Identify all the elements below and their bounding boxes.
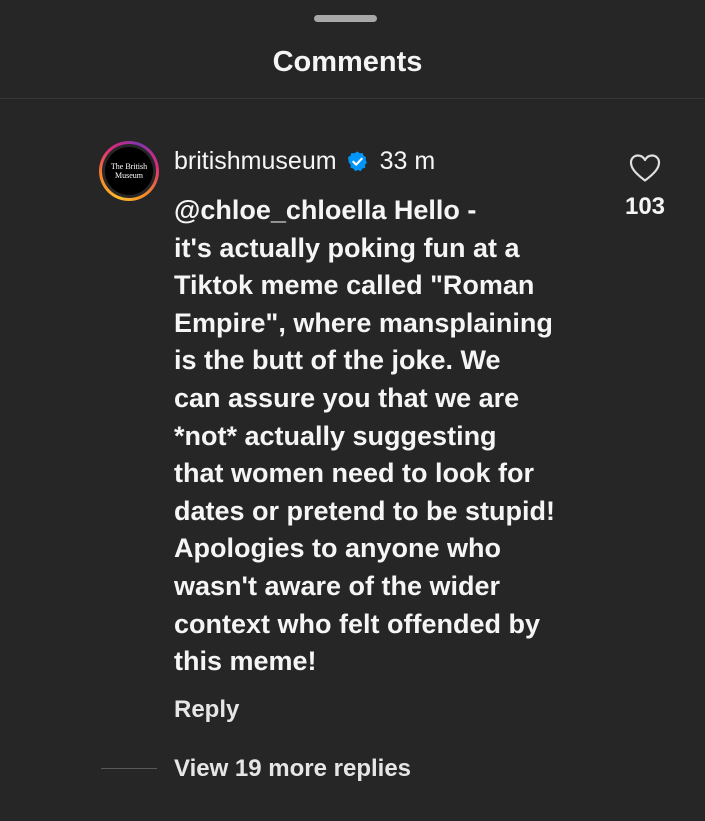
view-more-replies-button[interactable]: View 19 more replies [174, 753, 411, 785]
comment-text-line: *not* actually suggesting [174, 420, 497, 451]
drag-handle[interactable] [314, 15, 377, 22]
comment-text-line: Empire", where mansplaining [174, 307, 553, 338]
username-link[interactable]: britishmuseum [174, 147, 337, 176]
comment-text: @chloe_chloella Hello - it's actually po… [174, 192, 614, 681]
comment-text-line: that women need to look for [174, 458, 535, 489]
avatar-logo-line: Museum [115, 171, 143, 180]
comment-text-line: is the butt of the joke. We [174, 345, 501, 376]
avatar[interactable]: The British Museum [99, 141, 159, 201]
comment-text-line: @chloe_chloella Hello - [174, 195, 477, 225]
reply-button[interactable]: Reply [174, 694, 239, 726]
comments-sheet: Comments The British Museum britishmuseu… [0, 0, 705, 821]
comment-text-line: can assure you that we are [174, 382, 520, 413]
heart-outline-icon[interactable] [629, 153, 661, 183]
like-count: 103 [624, 193, 666, 220]
comment-text-line: Tiktok meme called "Roman [174, 270, 535, 301]
comment-text-line: it's actually poking fun at a [174, 232, 520, 263]
comment-text-line: context who felt offended by [174, 608, 541, 639]
avatar-logo: The British Museum [105, 147, 153, 195]
comment-header: britishmuseum 33 m [174, 142, 435, 180]
replies-divider [101, 768, 157, 769]
verified-badge-icon [347, 150, 367, 171]
comment-text-line: Apologies to anyone who [174, 533, 502, 564]
comment-text-line: this meme! [174, 646, 317, 677]
header-divider [0, 98, 705, 99]
comment-text-line: dates or pretend to be stupid! [174, 495, 556, 526]
comment-timestamp: 33 m [379, 146, 436, 175]
page-title: Comments [272, 46, 423, 78]
avatar-logo-line: The British [110, 162, 148, 171]
comment-text-line: wasn't aware of the wider [174, 570, 501, 601]
